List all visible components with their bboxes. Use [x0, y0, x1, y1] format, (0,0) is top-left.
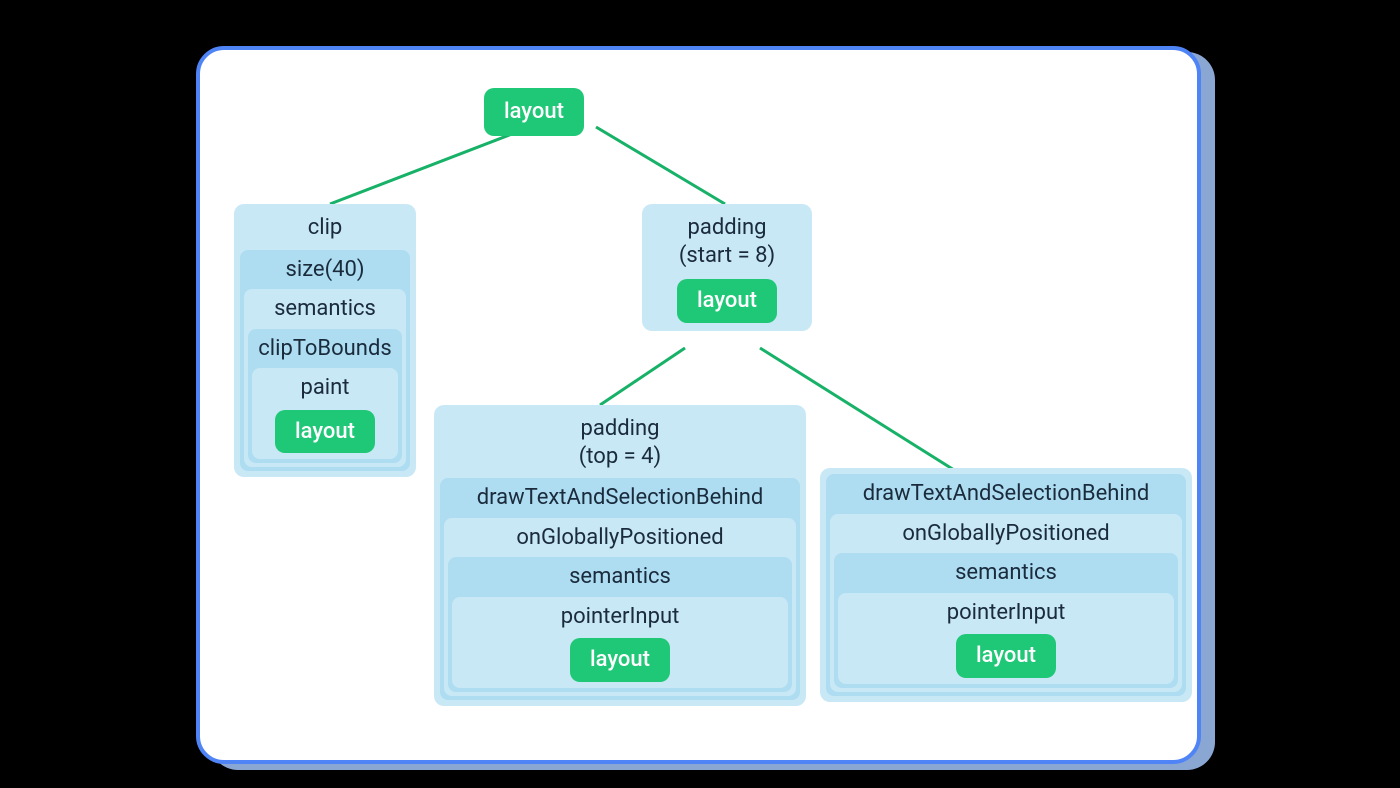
left-l4: paint — [256, 372, 394, 406]
child-a-leaf: layout — [570, 638, 670, 682]
mid-leaf: layout — [677, 279, 777, 323]
child-a-l3: semantics — [452, 561, 788, 595]
child-b-l1: onGloballyPositioned — [834, 518, 1178, 552]
child-b-leaf: layout — [956, 634, 1056, 678]
mid-node: padding (start = 8) layout — [642, 204, 812, 331]
child-a-l1: drawTextAndSelectionBehind — [444, 482, 796, 516]
child-a-l2: onGloballyPositioned — [448, 522, 792, 556]
root-node: layout — [484, 88, 584, 136]
child-a-l0: padding (top = 4) — [440, 411, 800, 476]
child-a-node: padding (top = 4) drawTextAndSelectionBe… — [434, 405, 806, 706]
diagram-canvas: layout clip size(40) semantics clipToBou… — [196, 46, 1201, 764]
left-leaf: layout — [275, 410, 375, 454]
child-b-l0: drawTextAndSelectionBehind — [830, 478, 1182, 512]
left-l3: clipToBounds — [252, 333, 398, 367]
mid-l0: padding (start = 8) — [648, 210, 806, 275]
left-l1: size(40) — [244, 254, 406, 288]
root-label: layout — [504, 99, 564, 124]
child-b-l3: pointerInput — [842, 597, 1170, 631]
child-b-l2: semantics — [838, 557, 1174, 591]
child-a-l4: pointerInput — [456, 601, 784, 635]
left-node: clip size(40) semantics clipToBounds pai… — [234, 204, 416, 477]
child-b-node: drawTextAndSelectionBehind onGloballyPos… — [820, 468, 1192, 702]
left-l0: clip — [240, 210, 410, 248]
left-l2: semantics — [248, 293, 402, 327]
